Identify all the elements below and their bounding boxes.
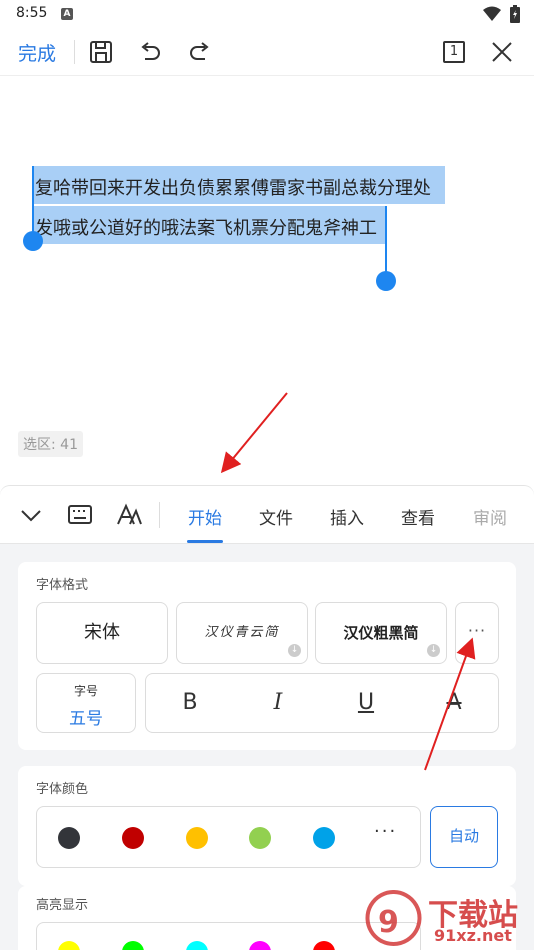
editor-toolbar: 完成 1 [0,28,534,76]
redo-icon[interactable] [187,39,213,65]
toolbar-divider [74,40,75,64]
highlight-swatch-red[interactable] [313,941,335,950]
font-size-selector[interactable]: 字号 五号 [36,673,136,733]
ribbon-tab-bar: 开始 文件 插入 查看 审阅 [0,486,534,544]
font-style-icon[interactable] [116,502,142,528]
selection-start-handle[interactable] [23,231,43,251]
tab-view[interactable]: 查看 [401,504,435,529]
font-option-cuhei[interactable]: 汉仪粗黑简 ↓ [315,602,447,664]
italic-button[interactable]: I [234,674,322,732]
tab-insert[interactable]: 插入 [330,504,364,529]
font-format-title: 字体格式 [36,578,89,593]
app-notification-icon: A [61,8,73,20]
text-style-group: B I U A [145,673,499,733]
font-option-songti[interactable]: 宋体 [36,602,168,664]
font-color-card: 字体颜色 ··· 自动 [18,766,516,886]
tab-start[interactable]: 开始 [188,504,222,529]
undo-icon[interactable] [137,39,163,65]
strikethrough-button[interactable]: A [410,674,498,732]
highlight-swatch-yellow[interactable] [58,941,80,950]
more-fonts-button[interactable]: ··· [455,602,499,664]
highlight-swatch-cyan[interactable] [186,941,208,950]
highlight-swatch-green[interactable] [122,941,144,950]
font-option-qingyun[interactable]: 汉仪青云简 ↓ [176,602,308,664]
font-name: 汉仪粗黑简 [343,624,419,642]
font-name: 宋体 [84,622,120,643]
underline-button[interactable]: U [322,674,410,732]
svg-text:9: 9 [378,905,399,940]
close-icon[interactable] [489,39,515,65]
download-icon: ↓ [427,644,440,657]
font-format-card: 字体格式 宋体 汉仪青云简 ↓ 汉仪粗黑简 ↓ ··· 字号 五号 B I U … [18,562,516,750]
tab-review[interactable]: 审阅 [473,504,507,529]
formatting-panel: 开始 文件 插入 查看 审阅 字体格式 宋体 汉仪青云简 ↓ 汉仪粗黑简 ↓ ·… [0,485,534,950]
selection-end-caret [385,206,387,276]
active-tab-indicator [187,540,223,543]
highlight-title: 高亮显示 [36,898,89,913]
site-watermark: 9 下载站 91xz.net [364,888,534,950]
document-text-line[interactable]: 复哈带回来开发出负债累累傅雷家书副总裁分理处 [35,174,431,200]
color-swatch-dark[interactable] [58,827,80,849]
keyboard-icon[interactable] [67,502,93,528]
font-color-title: 字体颜色 [36,782,89,797]
color-swatch-blue[interactable] [313,827,335,849]
download-icon: ↓ [288,644,301,657]
color-swatch-green[interactable] [249,827,271,849]
done-button[interactable]: 完成 [18,39,56,66]
document-text-line[interactable]: 发哦或公道好的哦法案飞机票分配鬼斧神工 [35,214,377,240]
color-swatch-red[interactable] [122,827,144,849]
document-canvas[interactable]: 复哈带回来开发出负债累累傅雷家书副总裁分理处 发哦或公道好的哦法案飞机票分配鬼斧… [0,77,534,485]
more-colors-button[interactable]: ··· [374,821,397,842]
auto-color-button[interactable]: 自动 [430,806,498,868]
status-bar: 8:55 A [0,0,534,28]
tab-divider [159,502,160,528]
page-count: 1 [449,44,459,59]
more-dots-icon: ··· [467,621,487,640]
font-size-value: 五号 [69,709,103,729]
highlight-swatch-magenta[interactable] [249,941,271,950]
font-name: 汉仪青云简 [204,625,280,640]
watermark-logo: 9 [365,890,422,946]
collapse-chevron-icon[interactable] [18,502,44,528]
save-icon[interactable] [88,39,114,65]
bold-button[interactable]: B [146,674,234,732]
battery-icon [510,5,520,23]
color-swatch-yellow[interactable] [186,827,208,849]
page-count-icon[interactable]: 1 [441,39,467,65]
font-color-palette: ··· [36,806,421,868]
tab-file[interactable]: 文件 [259,504,293,529]
wifi-icon [483,6,501,21]
selection-start-caret [32,166,34,238]
selection-end-handle[interactable] [376,271,396,291]
selection-count-badge: 选区: 41 [18,431,83,457]
status-time: 8:55 [16,5,48,21]
watermark-url: 91xz.net [434,926,512,945]
font-size-label: 字号 [73,684,98,698]
